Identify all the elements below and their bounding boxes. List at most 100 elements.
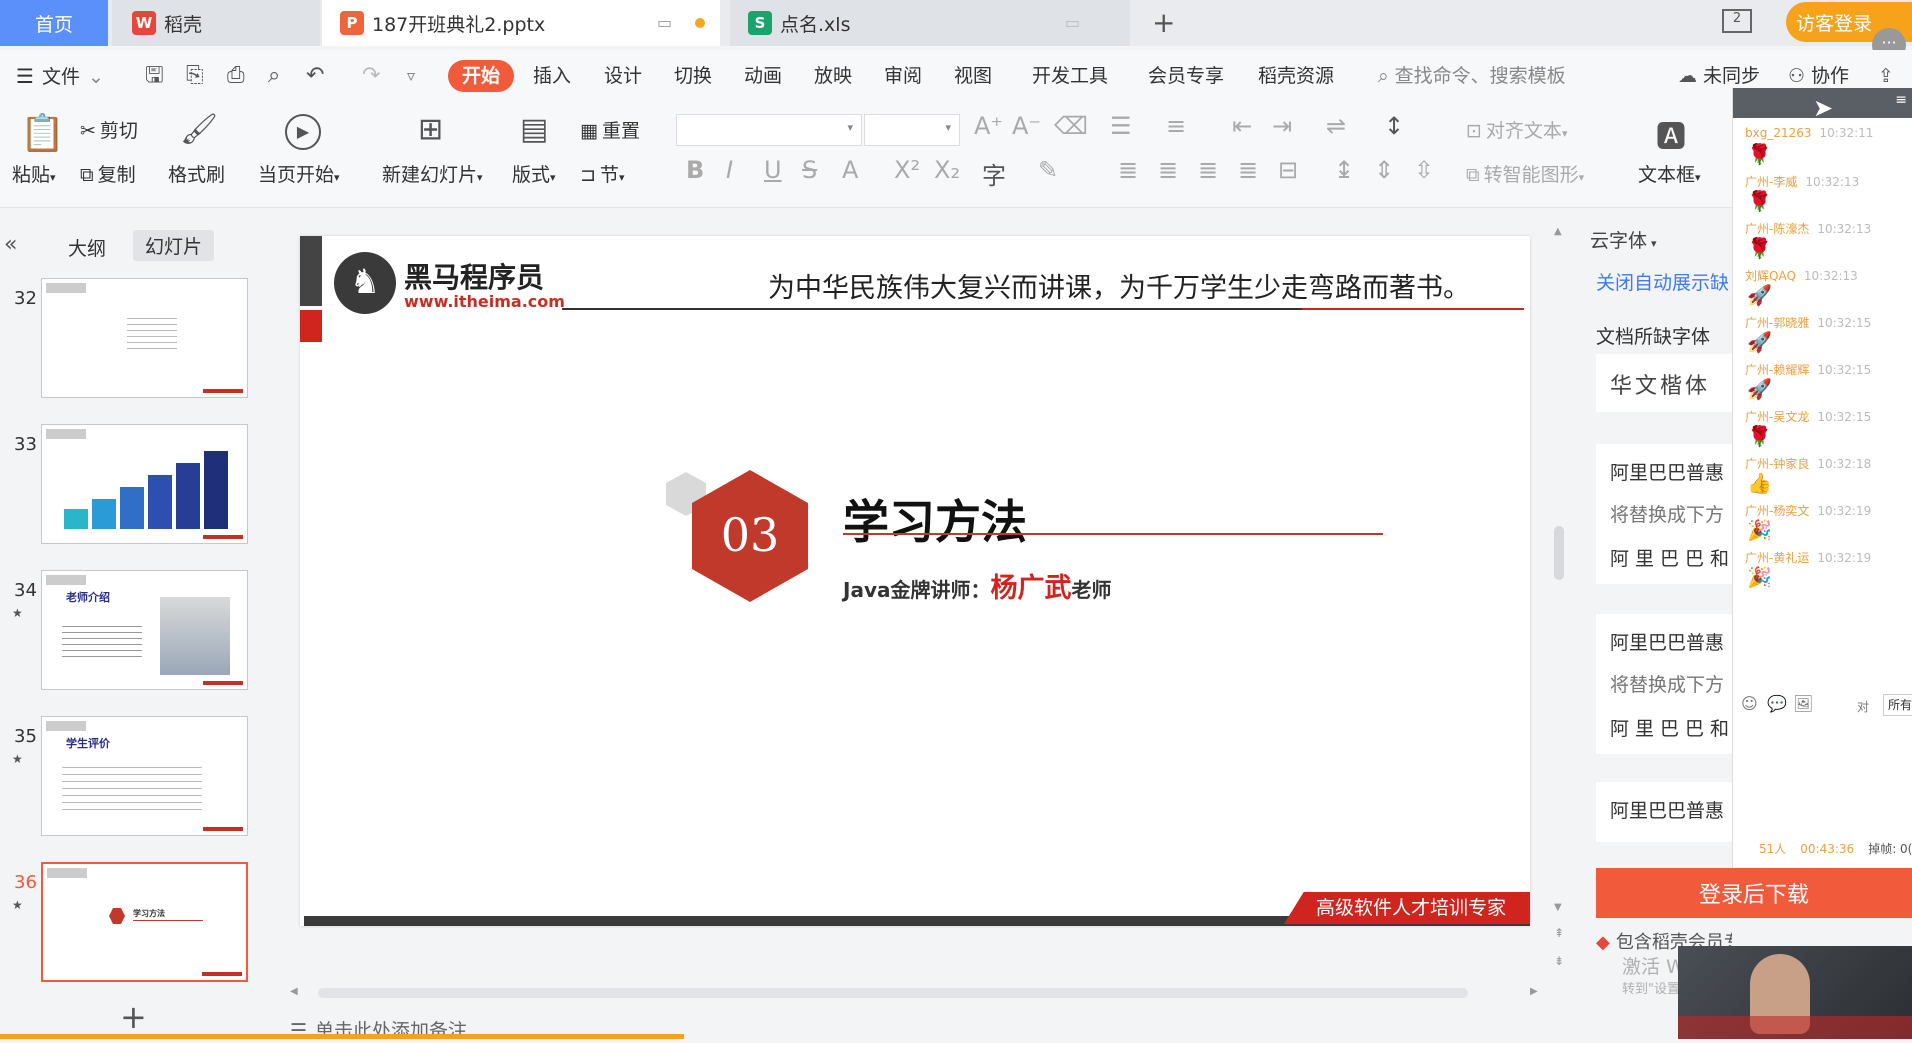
slide-scrollbar-horizontal[interactable]: ◀ ▶	[290, 986, 1540, 1000]
print-icon[interactable]: ⎙	[227, 60, 245, 92]
textbox-icon[interactable]: 🅰	[1656, 112, 1686, 156]
window-count-icon[interactable]: 2	[1722, 9, 1752, 33]
scroll-down-icon[interactable]: ▼	[1554, 902, 1562, 913]
font-card-alibaba-2[interactable]: 阿里巴巴普惠 将替换成下方 阿里巴巴和	[1596, 614, 1732, 754]
spacing-options-icon[interactable]: ⇳	[1414, 156, 1434, 184]
paste-button[interactable]: 粘贴▾	[12, 160, 56, 187]
layout-icon[interactable]: ▤	[520, 112, 548, 147]
prev-slide-icon[interactable]: ⇞	[1554, 926, 1564, 940]
slide-canvas[interactable]: ♞ 黑马程序员 www.itheima.com 为中华民族伟大复兴而讲课，为千万…	[300, 236, 1530, 926]
align-left-icon[interactable]: ≣	[1118, 156, 1138, 184]
menu-tab-animation[interactable]: 动画	[744, 60, 782, 92]
menu-tab-transition[interactable]: 切换	[674, 60, 712, 92]
bullet-list-icon[interactable]: ☰	[1110, 112, 1132, 140]
justify-icon[interactable]: ≣	[1238, 156, 1258, 184]
menu-tab-design[interactable]: 设计	[604, 60, 642, 92]
reset-button[interactable]: ▦ 重置	[580, 116, 640, 143]
menu-tab-start[interactable]: 开始	[448, 60, 515, 92]
login-download-button[interactable]: 登录后下载	[1596, 868, 1912, 918]
format-painter-button[interactable]: 格式刷	[168, 160, 225, 187]
chat-bubble-icon[interactable]: 💬	[1767, 694, 1787, 713]
slide-scrollbar-vertical[interactable]: ▲ ▼ ⇞ ⇟	[1554, 226, 1564, 976]
cloud-font-dropdown[interactable]: 云字体 ▾	[1590, 226, 1657, 253]
tab-pptx[interactable]: P 187开班典礼2.pptx ▭	[322, 0, 720, 46]
chat-image-icon[interactable]: 🖼	[1793, 694, 1813, 713]
textbox-button[interactable]: 文本框▾	[1638, 160, 1701, 187]
print-preview-icon[interactable]: ⌕	[268, 60, 280, 92]
monitor-icon[interactable]: ▭	[657, 13, 672, 32]
chat-menu-icon[interactable]: ≡	[1895, 92, 1907, 108]
italic-icon[interactable]: I	[726, 156, 733, 184]
play-from-current-button[interactable]: 当页开始▾	[258, 160, 340, 187]
text-direction-icon[interactable]: ⇌	[1326, 112, 1346, 140]
slide-thumbnail-33[interactable]	[41, 424, 248, 544]
redo-icon[interactable]: ↷	[362, 60, 380, 92]
menu-tab-daoke-resources[interactable]: 稻壳资源	[1258, 60, 1334, 92]
scroll-left-icon[interactable]: ◀	[290, 986, 298, 997]
menu-tab-review[interactable]: 审阅	[884, 60, 922, 92]
superscript-icon[interactable]: X²	[894, 156, 920, 184]
save-icon[interactable]: 🖫	[145, 60, 164, 92]
file-menu[interactable]: ☰ 文件 ⌄	[16, 60, 104, 92]
menu-tab-slideshow[interactable]: 放映	[814, 60, 852, 92]
new-slide-icon[interactable]: ⊞	[418, 112, 443, 147]
menu-tab-insert[interactable]: 插入	[533, 60, 571, 92]
highlight-icon[interactable]: ✎	[1038, 156, 1058, 184]
smart-shape-button[interactable]: ⧉ 转智能图形▾	[1466, 160, 1584, 187]
scroll-up-icon[interactable]: ▲	[1554, 226, 1562, 237]
numbered-list-icon[interactable]: ≡	[1166, 112, 1186, 140]
bold-icon[interactable]: B	[686, 156, 704, 184]
paragraph-spacing-icon[interactable]: ⇕	[1374, 156, 1394, 184]
layout-button[interactable]: 版式▾	[512, 160, 556, 187]
decrease-indent-icon[interactable]: ⇤	[1232, 112, 1252, 140]
slide-thumbnail-32[interactable]	[41, 278, 248, 398]
slide-thumbnail-35[interactable]: 学生评价	[41, 716, 248, 836]
section-button[interactable]: ⊐ 节▾	[580, 160, 624, 187]
font-color-icon[interactable]: A	[842, 156, 858, 184]
font-size-select[interactable]: ▾	[864, 114, 960, 146]
underline-icon[interactable]: U	[764, 156, 782, 184]
tab-outline[interactable]: 大纲	[68, 234, 106, 261]
new-tab-icon[interactable]: +	[1152, 6, 1175, 39]
tab-xls[interactable]: S 点名.xls ▭	[730, 0, 1130, 46]
scroll-right-icon[interactable]: ▶	[1530, 986, 1538, 997]
collapse-panel-icon[interactable]: «	[4, 232, 17, 257]
chat-recipient-select[interactable]: 所有	[1883, 694, 1912, 716]
line-spacing-icon[interactable]: ↨	[1334, 156, 1354, 184]
align-text-button[interactable]: ⊡ 对齐文本▾	[1466, 116, 1567, 143]
font-family-select[interactable]: ▾	[676, 114, 862, 146]
strikethrough-icon[interactable]: S	[802, 156, 817, 184]
phonetic-icon[interactable]: 字	[982, 156, 1006, 191]
subscript-icon[interactable]: X₂	[934, 156, 960, 184]
format-painter-icon[interactable]: 🖌	[180, 112, 218, 147]
sort-icon[interactable]: ↕	[1384, 112, 1404, 140]
close-auto-show-link[interactable]: 关闭自动展示缺	[1596, 268, 1729, 295]
tab-home[interactable]: 首页	[0, 0, 108, 46]
tab-slides[interactable]: 幻灯片	[133, 230, 215, 261]
slide-thumbnail-36[interactable]: 学习方法	[41, 862, 248, 982]
font-card-alibaba-1[interactable]: 阿里巴巴普惠 将替换成下方 阿里巴巴和	[1596, 444, 1732, 584]
align-right-icon[interactable]: ≣	[1198, 156, 1218, 184]
decrease-font-icon[interactable]: A⁻	[1012, 112, 1041, 140]
add-slide-button[interactable]: +	[120, 998, 147, 1036]
scroll-thumb[interactable]	[318, 988, 1468, 998]
chat-emoji-icon[interactable]: ☺	[1741, 694, 1758, 713]
paste-icon[interactable]: 📋	[20, 112, 65, 154]
undo-icon[interactable]: ↶	[306, 60, 324, 92]
menu-tab-view[interactable]: 视图	[954, 60, 992, 92]
font-card-alibaba-3[interactable]: 阿里巴巴普惠	[1596, 782, 1732, 842]
slide-thumbnail-34[interactable]: 老师介绍	[41, 570, 248, 690]
align-center-icon[interactable]: ≣	[1158, 156, 1178, 184]
monitor-icon[interactable]: ▭	[1065, 13, 1080, 32]
cut-button[interactable]: ✂ 剪切	[80, 116, 138, 143]
export-icon[interactable]: ⎘	[186, 60, 204, 92]
quick-access-dropdown-icon[interactable]: ▿	[407, 60, 415, 92]
new-slide-button[interactable]: 新建幻灯片▾	[382, 160, 483, 187]
font-card-huawen[interactable]: 华文楷体	[1596, 354, 1732, 412]
tab-daoke[interactable]: W 稻壳	[112, 0, 320, 46]
distribute-icon[interactable]: ⊟	[1278, 156, 1298, 184]
play-icon[interactable]: ▶	[285, 114, 321, 150]
menu-tab-developer[interactable]: 开发工具	[1032, 60, 1108, 92]
increase-indent-icon[interactable]: ⇥	[1272, 112, 1292, 140]
command-search[interactable]: ⌕ 查找命令、搜索模板	[1378, 60, 1566, 92]
